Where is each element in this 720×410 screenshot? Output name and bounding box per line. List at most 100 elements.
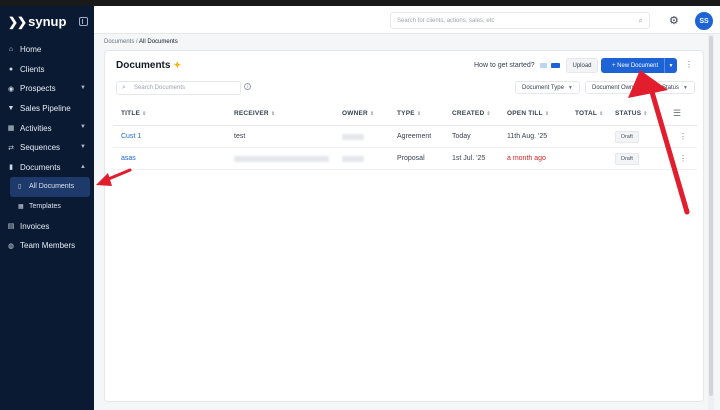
sidebar-item-label: Documents — [20, 162, 61, 172]
how-to-get-started[interactable]: How to get started? — [474, 62, 560, 69]
search-documents-input[interactable]: ⌕ Search Documents — [116, 81, 241, 95]
filter-label: Status — [662, 84, 680, 91]
cell-title[interactable]: Cust 1 — [121, 133, 141, 140]
breadcrumb-current: All Documents — [139, 39, 178, 45]
gear-icon[interactable]: ⚙ — [669, 14, 679, 27]
chevron-down-icon: ▼ — [80, 85, 86, 92]
sidebar-item-label: Sales Pipeline — [20, 104, 71, 114]
chevron-down-icon: ▼ — [642, 84, 648, 91]
chevron-down-icon: ▼ — [80, 124, 86, 131]
page-scrollbar[interactable] — [708, 34, 714, 410]
cell-created: Today — [452, 133, 471, 140]
sidebar-item-all-documents[interactable]: ▯ All Documents — [10, 177, 90, 197]
column-settings-icon[interactable]: ☰ — [673, 108, 681, 119]
search-icon: ⌕ — [638, 16, 643, 25]
doc-small-icon: ▯ — [18, 184, 22, 191]
cell-created: 1st Jul. '25 — [452, 155, 486, 162]
avatar[interactable]: SS — [695, 12, 713, 30]
cell-type: Agreement — [397, 133, 432, 140]
cell-receiver: test — [234, 133, 246, 140]
table-row[interactable]: Cust 1 test Agreement Today 11th Aug. '2… — [113, 126, 697, 148]
column-header-label: TYPE — [397, 110, 415, 117]
column-header-total[interactable]: TOTAL ⇕ — [575, 110, 603, 117]
filter-document-owner[interactable]: Document Owner ▼ — [585, 81, 655, 94]
filter-document-type[interactable]: Document Type ▼ — [515, 81, 580, 94]
sparkle-icon: ✦ — [173, 60, 181, 70]
sidebar-item-sequences[interactable]: ⇄ Sequences ▼ — [0, 138, 94, 158]
column-header-status[interactable]: STATUS ⇕ — [615, 110, 648, 117]
page-title: Documents ✦ — [116, 60, 181, 71]
sidebar-item-label: Activities — [20, 123, 52, 133]
table-row[interactable]: asas Proposal 1st Jul. '25 a month ago D… — [113, 148, 697, 170]
sort-icon: ⇕ — [599, 111, 604, 117]
sidebar-item-documents[interactable]: ▮ Documents ▲ — [0, 158, 94, 178]
document-icon: ▮ — [9, 164, 13, 172]
column-header-label: TITLE — [121, 110, 141, 117]
column-header-label: CREATED — [452, 110, 485, 117]
global-search-placeholder: Search for clients, actions, sales, etc — [397, 17, 495, 24]
sidebar-item-prospects[interactable]: ◉ Prospects ▼ — [0, 79, 94, 99]
sort-icon: ⇕ — [142, 111, 147, 117]
sort-icon: ⇕ — [369, 111, 375, 117]
row-more-options-icon[interactable]: ⋮ — [679, 132, 687, 141]
sidebar-item-label: Templates — [29, 203, 61, 211]
documents-panel: Documents ✦ How to get started? Upload + … — [104, 50, 704, 402]
column-header-owner[interactable]: OWNER ⇕ — [342, 110, 374, 117]
filter-status[interactable]: Status ▼ — [655, 81, 695, 94]
column-header-title[interactable]: TITLE ⇕ — [121, 110, 146, 117]
filter-label: Document Type — [522, 84, 564, 91]
sidebar-item-team-members[interactable]: ◍ Team Members — [0, 236, 94, 256]
video-thumbnail-icon — [539, 63, 547, 68]
column-header-open-till[interactable]: OPEN TILL ⇕ — [507, 110, 549, 117]
sidebar-item-label: Team Members — [20, 241, 76, 251]
info-icon[interactable]: i — [244, 83, 251, 90]
row-more-options-icon[interactable]: ⋮ — [679, 154, 687, 163]
sort-icon: ⇕ — [270, 111, 276, 117]
home-icon: ⌂ — [8, 46, 14, 54]
sidebar-item-home[interactable]: ⌂ Home — [0, 40, 94, 60]
sidebar-item-label: Invoices — [20, 221, 50, 231]
cell-owner-redacted — [342, 134, 364, 140]
column-header-label: OWNER — [342, 110, 368, 117]
cell-open-till: 11th Aug. '25 — [507, 133, 548, 140]
new-document-button[interactable]: + New Document ▼ — [601, 58, 677, 73]
column-header-label: STATUS — [615, 110, 642, 117]
column-header-created[interactable]: CREATED ⇕ — [452, 110, 491, 117]
column-header-receiver[interactable]: RECEIVER ⇕ — [234, 110, 275, 117]
app-logo[interactable]: ❯❯ synup — [8, 14, 66, 29]
sidebar-item-templates[interactable]: ▦ Templates — [0, 197, 94, 217]
logo-mark-icon: ❯❯ — [8, 14, 27, 29]
breadcrumb: Documents / All Documents — [104, 39, 178, 45]
chevron-down-icon: ▼ — [567, 84, 573, 91]
column-header-type[interactable]: TYPE ⇕ — [397, 110, 421, 117]
sidebar-collapse-icon[interactable] — [79, 17, 88, 26]
status-badge: Draft — [615, 131, 639, 143]
sidebar-item-sales-pipeline[interactable]: ▼ Sales Pipeline — [0, 99, 94, 119]
sort-icon: ⇕ — [416, 111, 422, 117]
sidebar-item-label: Sequences — [20, 143, 61, 153]
breadcrumb-parent[interactable]: Documents — [104, 39, 134, 45]
chevron-up-icon: ▲ — [80, 163, 86, 170]
status-badge: Draft — [615, 153, 639, 165]
chevron-down-icon: ▼ — [80, 143, 86, 150]
filter-label: Document Owner — [592, 84, 639, 91]
sidebar-item-label: Clients — [20, 64, 45, 74]
sidebar-nav: ⌂ Home ● Clients ◉ Prospects ▼ ▼ Sales P… — [0, 40, 94, 256]
cell-title[interactable]: asas — [121, 155, 136, 162]
sidebar-item-invoices[interactable]: ▤ Invoices — [0, 216, 94, 236]
sidebar-item-clients[interactable]: ● Clients — [0, 60, 94, 80]
upload-button[interactable]: Upload — [566, 58, 598, 73]
chevron-down-icon[interactable]: ▼ — [664, 58, 677, 73]
column-header-label: TOTAL — [575, 110, 598, 117]
how-to-label: How to get started? — [474, 62, 535, 69]
sidebar-item-label: Home — [20, 45, 42, 55]
sidebar: ❯❯ synup ⌂ Home ● Clients ◉ Prospects ▼ … — [0, 6, 94, 410]
global-search-input[interactable]: Search for clients, actions, sales, etc … — [390, 12, 650, 29]
more-options-icon[interactable]: ⋮ — [685, 60, 693, 69]
person-icon: ◉ — [7, 85, 15, 93]
sidebar-item-label: All Documents — [29, 183, 75, 191]
scrollbar-thumb[interactable] — [709, 36, 713, 396]
column-header-label: RECEIVER — [234, 110, 269, 117]
cell-open-till: a month ago — [507, 155, 546, 162]
sidebar-item-activities[interactable]: ▦ Activities ▼ — [0, 118, 94, 138]
